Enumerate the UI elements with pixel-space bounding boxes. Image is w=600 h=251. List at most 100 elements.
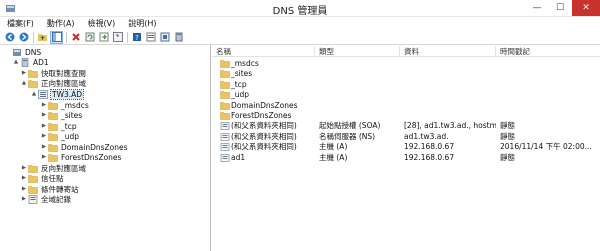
cell-data [404,69,496,79]
minimize-button[interactable]: — [526,0,548,16]
close-button[interactable]: ✕ [572,0,600,16]
menu-help[interactable]: 說明(H) [128,18,156,29]
zone-icon [38,89,48,99]
folder-icon [28,164,38,173]
table-row[interactable]: (和父系資料夾相同) 起始點授權 (SOA) [28], ad1.tw3.ad., … [212,121,600,131]
tree-node-tw3-ad[interactable]: ▲ TW3.AD [30,88,85,100]
toolbar-separator [127,31,128,43]
toolbar-separator [66,31,67,43]
table-row[interactable]: _udp [212,90,600,100]
cell-timestamp: 靜態 [500,121,515,131]
tree-node-forest-dns-zones[interactable]: ▶ ForestDnsZones [40,152,122,162]
folder-icon [220,60,230,68]
server-icon [21,57,29,67]
table-row[interactable]: ad1 主機 (A) 192.168.0.67 靜態 [212,153,600,163]
tree-node-sites[interactable]: ▶ _sites [40,110,82,120]
menu-view[interactable]: 檢視(V) [88,18,116,29]
tree-node-trust-points[interactable]: ▶ 信任點 [20,173,64,183]
tree-expander-icon[interactable]: ▶ [40,144,48,150]
cell-type [319,69,399,79]
cell-timestamp [500,90,598,100]
tree-expander-icon[interactable]: ▶ [20,196,28,202]
column-header-type[interactable]: 類型 [315,46,400,57]
menu-file[interactable]: 檔案(F) [7,18,34,29]
column-header-data[interactable]: 資料 [400,46,496,57]
tree-node-msdcs[interactable]: ▶ _msdcs [40,100,89,110]
cell-type [319,101,399,111]
column-header-name[interactable]: 名稱 [212,46,315,57]
menu-action[interactable]: 動作(A) [47,18,75,29]
folder-icon [220,70,230,79]
tree-expander-icon[interactable]: ▲ [20,80,28,86]
list-header: 名稱 類型 資料 時間戳記 [212,46,600,57]
server-icon[interactable] [173,32,184,43]
new-record-icon[interactable] [145,32,156,43]
dns-icon [13,48,21,56]
cell-timestamp [500,69,598,79]
tree-node-forward-zones[interactable]: ▲ 正向對應區域 [20,78,86,88]
new-zone-icon[interactable] [159,32,170,43]
folder-icon [48,111,58,120]
tree-node-ad1[interactable]: ▲ AD1 [12,57,49,67]
tree-expander-icon[interactable]: ▶ [20,175,28,181]
tree-expander-icon[interactable]: ▶ [40,154,48,160]
table-row[interactable]: _msdcs [212,59,600,69]
cell-name: ad1 [231,152,246,162]
folder-icon [28,185,38,194]
tree-expander-icon[interactable]: ▶ [20,186,28,192]
tree-node-label: _tcp [61,121,77,131]
tree-expander-icon[interactable]: ▶ [20,70,28,76]
tree-expander-icon[interactable]: ▶ [20,165,28,171]
cell-type [319,59,399,69]
table-row[interactable]: (和父系資料夾相同) 主機 (A) 192.168.0.67 2016/11/14 下… [212,142,600,152]
tree-node-global-logs[interactable]: ▶ 全域記錄 [20,194,71,204]
table-row[interactable]: _sites [212,69,600,79]
cell-name: _sites [231,69,253,79]
table-row[interactable]: DomainDnsZones [212,101,600,111]
tree-node-dns[interactable]: DNS [4,47,41,57]
tree-node-label: 全域記錄 [41,194,71,204]
tree-expander-icon[interactable]: ▶ [40,133,48,139]
cell-data: ad1.tw3.ad. [404,131,449,141]
cell-name: (和父系資料夾相同) [231,121,297,131]
tree-node-domain-dns-zones[interactable]: ▶ DomainDnsZones [40,142,128,152]
delete-icon[interactable] [70,32,81,43]
table-row[interactable]: (和父系資料夾相同) 名稱伺服器 (NS) ad1.tw3.ad. 靜態 [212,132,600,142]
forward-arrow-icon[interactable] [18,32,29,43]
tree-node-label: DNS [25,47,42,57]
cell-name: (和父系資料夾相同) [231,131,297,141]
cell-type: 主機 (A) [319,142,348,152]
help-icon[interactable] [112,32,123,43]
show-tree-icon[interactable] [50,30,63,44]
column-header-timestamp[interactable]: 時間戳記 [496,46,600,57]
tree-expander-icon[interactable]: ▶ [40,112,48,118]
export-list-icon[interactable] [98,32,109,43]
folder-icon [220,91,230,99]
cell-timestamp: 靜態 [500,152,515,162]
maximize-button[interactable]: ☐ [549,0,571,16]
tree-node-label: DomainDnsZones [61,142,128,152]
tree-expander-icon[interactable]: ▲ [30,91,38,97]
tree-expander-icon[interactable]: ▶ [40,123,48,129]
tree-node-tcp[interactable]: ▶ _tcp [40,121,77,131]
cell-timestamp: 靜態 [500,131,515,141]
log-icon [28,194,38,204]
tree-node-label: 正向對應區域 [41,78,86,88]
cell-timestamp: 2016/11/14 下午 02:00... [500,142,592,152]
tree-expander-icon[interactable]: ▶ [40,102,48,108]
table-row[interactable]: ForestDnsZones [212,111,600,121]
back-arrow-icon[interactable] [4,32,15,43]
tree-node-reverse-zones[interactable]: ▶ 反向對應區域 [20,163,86,173]
tree-expander-icon[interactable]: ▲ [12,59,20,65]
table-row[interactable]: _tcp [212,80,600,90]
tree-node-cached-lookups[interactable]: ▶ 快取對應查閱 [20,68,86,78]
folder-icon [220,101,230,110]
properties-icon[interactable]: ? [131,32,142,43]
folder-icon [28,79,38,88]
refresh-icon[interactable] [84,32,95,43]
folder-icon [48,122,58,131]
tree-node-conditional-forwarders[interactable]: ▶ 條件轉寄站 [20,184,79,194]
tree-node-udp[interactable]: ▶ _udp [40,131,79,141]
cell-timestamp [500,101,598,111]
folder-up-icon[interactable] [37,32,48,43]
